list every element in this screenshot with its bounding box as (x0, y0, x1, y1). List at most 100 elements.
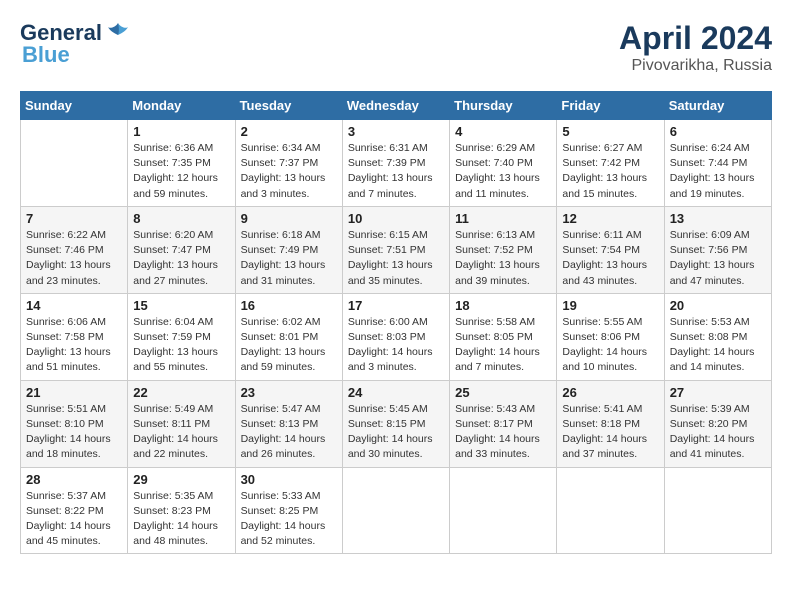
day-header-sunday: Sunday (21, 92, 128, 120)
calendar-cell (21, 120, 128, 207)
day-number: 1 (133, 124, 229, 139)
day-number: 21 (26, 385, 122, 400)
day-number: 20 (670, 298, 766, 313)
day-info: Sunrise: 6:09 AM Sunset: 7:56 PM Dayligh… (670, 228, 766, 289)
calendar-cell: 21 Sunrise: 5:51 AM Sunset: 8:10 PM Dayli… (21, 380, 128, 467)
calendar-cell: 11 Sunrise: 6:13 AM Sunset: 7:52 PM Dayli… (450, 206, 557, 293)
day-header-wednesday: Wednesday (342, 92, 449, 120)
day-info: Sunrise: 5:55 AM Sunset: 8:06 PM Dayligh… (562, 315, 658, 376)
calendar-week-2: 7 Sunrise: 6:22 AM Sunset: 7:46 PM Daylig… (21, 206, 772, 293)
day-info: Sunrise: 6:27 AM Sunset: 7:42 PM Dayligh… (562, 141, 658, 202)
day-info: Sunrise: 5:53 AM Sunset: 8:08 PM Dayligh… (670, 315, 766, 376)
day-number: 17 (348, 298, 444, 313)
calendar-header: SundayMondayTuesdayWednesdayThursdayFrid… (21, 92, 772, 120)
calendar-cell: 19 Sunrise: 5:55 AM Sunset: 8:06 PM Dayli… (557, 293, 664, 380)
day-number: 27 (670, 385, 766, 400)
day-number: 4 (455, 124, 551, 139)
day-info: Sunrise: 6:20 AM Sunset: 7:47 PM Dayligh… (133, 228, 229, 289)
day-info: Sunrise: 6:24 AM Sunset: 7:44 PM Dayligh… (670, 141, 766, 202)
day-info: Sunrise: 5:35 AM Sunset: 8:23 PM Dayligh… (133, 489, 229, 550)
day-number: 15 (133, 298, 229, 313)
calendar-cell: 14 Sunrise: 6:06 AM Sunset: 7:58 PM Dayli… (21, 293, 128, 380)
day-info: Sunrise: 6:06 AM Sunset: 7:58 PM Dayligh… (26, 315, 122, 376)
day-info: Sunrise: 6:29 AM Sunset: 7:40 PM Dayligh… (455, 141, 551, 202)
day-info: Sunrise: 6:34 AM Sunset: 7:37 PM Dayligh… (241, 141, 337, 202)
calendar-cell: 3Sunrise: 6:31 AM Sunset: 7:39 PM Daylig… (342, 120, 449, 207)
calendar-cell (664, 467, 771, 554)
day-info: Sunrise: 6:36 AM Sunset: 7:35 PM Dayligh… (133, 141, 229, 202)
calendar-cell: 1 Sunrise: 6:36 AM Sunset: 7:35 PM Daylig… (128, 120, 235, 207)
calendar-cell: 16Sunrise: 6:02 AM Sunset: 8:01 PM Dayli… (235, 293, 342, 380)
day-header-saturday: Saturday (664, 92, 771, 120)
calendar-week-5: 28Sunrise: 5:37 AM Sunset: 8:22 PM Dayli… (21, 467, 772, 554)
day-number: 29 (133, 472, 229, 487)
day-number: 23 (241, 385, 337, 400)
day-number: 12 (562, 211, 658, 226)
calendar-cell: 4 Sunrise: 6:29 AM Sunset: 7:40 PM Daylig… (450, 120, 557, 207)
day-info: Sunrise: 5:37 AM Sunset: 8:22 PM Dayligh… (26, 489, 122, 550)
calendar-cell: 2 Sunrise: 6:34 AM Sunset: 7:37 PM Daylig… (235, 120, 342, 207)
logo: General Blue (20, 20, 130, 68)
day-info: Sunrise: 5:39 AM Sunset: 8:20 PM Dayligh… (670, 402, 766, 463)
title-block: April 2024 Pivovarikha, Russia (619, 20, 772, 75)
calendar-cell: 6 Sunrise: 6:24 AM Sunset: 7:44 PM Daylig… (664, 120, 771, 207)
day-number: 7 (26, 211, 122, 226)
calendar-cell: 7 Sunrise: 6:22 AM Sunset: 7:46 PM Daylig… (21, 206, 128, 293)
day-info: Sunrise: 5:43 AM Sunset: 8:17 PM Dayligh… (455, 402, 551, 463)
page-title: April 2024 (619, 20, 772, 57)
calendar-cell: 15 Sunrise: 6:04 AM Sunset: 7:59 PM Dayli… (128, 293, 235, 380)
day-number: 5 (562, 124, 658, 139)
day-number: 18 (455, 298, 551, 313)
day-number: 11 (455, 211, 551, 226)
calendar-cell: 26 Sunrise: 5:41 AM Sunset: 8:18 PM Dayli… (557, 380, 664, 467)
day-number: 22 (133, 385, 229, 400)
page-subtitle: Pivovarikha, Russia (619, 57, 772, 75)
calendar-week-4: 21 Sunrise: 5:51 AM Sunset: 8:10 PM Dayli… (21, 380, 772, 467)
calendar-cell: 8 Sunrise: 6:20 AM Sunset: 7:47 PM Daylig… (128, 206, 235, 293)
calendar-cell: 27 Sunrise: 5:39 AM Sunset: 8:20 PM Dayli… (664, 380, 771, 467)
day-info: Sunrise: 5:49 AM Sunset: 8:11 PM Dayligh… (133, 402, 229, 463)
calendar-cell: 13Sunrise: 6:09 AM Sunset: 7:56 PM Dayli… (664, 206, 771, 293)
day-number: 10 (348, 211, 444, 226)
calendar-cell: 17 Sunrise: 6:00 AM Sunset: 8:03 PM Dayli… (342, 293, 449, 380)
day-number: 2 (241, 124, 337, 139)
day-info: Sunrise: 6:04 AM Sunset: 7:59 PM Dayligh… (133, 315, 229, 376)
calendar-week-3: 14 Sunrise: 6:06 AM Sunset: 7:58 PM Dayli… (21, 293, 772, 380)
day-info: Sunrise: 6:15 AM Sunset: 7:51 PM Dayligh… (348, 228, 444, 289)
day-header-monday: Monday (128, 92, 235, 120)
page-header: General Blue April 2024 Pivovarikha, Rus… (20, 20, 772, 75)
day-number: 3 (348, 124, 444, 139)
day-info: Sunrise: 5:47 AM Sunset: 8:13 PM Dayligh… (241, 402, 337, 463)
day-info: Sunrise: 5:33 AM Sunset: 8:25 PM Dayligh… (241, 489, 337, 550)
calendar-cell: 10 Sunrise: 6:15 AM Sunset: 7:51 PM Dayli… (342, 206, 449, 293)
day-info: Sunrise: 5:51 AM Sunset: 8:10 PM Dayligh… (26, 402, 122, 463)
calendar-cell: 30 Sunrise: 5:33 AM Sunset: 8:25 PM Dayli… (235, 467, 342, 554)
calendar-cell: 22 Sunrise: 5:49 AM Sunset: 8:11 PM Dayli… (128, 380, 235, 467)
calendar-cell: 23 Sunrise: 5:47 AM Sunset: 8:13 PM Dayli… (235, 380, 342, 467)
calendar-cell: 28Sunrise: 5:37 AM Sunset: 8:22 PM Dayli… (21, 467, 128, 554)
day-info: Sunrise: 6:00 AM Sunset: 8:03 PM Dayligh… (348, 315, 444, 376)
header-row: SundayMondayTuesdayWednesdayThursdayFrid… (21, 92, 772, 120)
day-number: 30 (241, 472, 337, 487)
calendar-body: 1 Sunrise: 6:36 AM Sunset: 7:35 PM Daylig… (21, 120, 772, 554)
day-number: 6 (670, 124, 766, 139)
day-number: 19 (562, 298, 658, 313)
day-number: 8 (133, 211, 229, 226)
day-number: 26 (562, 385, 658, 400)
logo-blue-text: Blue (22, 42, 70, 68)
calendar-cell: 25 Sunrise: 5:43 AM Sunset: 8:17 PM Dayli… (450, 380, 557, 467)
calendar-cell (342, 467, 449, 554)
day-info: Sunrise: 6:22 AM Sunset: 7:46 PM Dayligh… (26, 228, 122, 289)
calendar-cell: 20 Sunrise: 5:53 AM Sunset: 8:08 PM Dayli… (664, 293, 771, 380)
day-info: Sunrise: 6:13 AM Sunset: 7:52 PM Dayligh… (455, 228, 551, 289)
calendar-cell: 5 Sunrise: 6:27 AM Sunset: 7:42 PM Daylig… (557, 120, 664, 207)
calendar-cell (450, 467, 557, 554)
day-number: 25 (455, 385, 551, 400)
day-info: Sunrise: 5:41 AM Sunset: 8:18 PM Dayligh… (562, 402, 658, 463)
day-header-tuesday: Tuesday (235, 92, 342, 120)
day-number: 9 (241, 211, 337, 226)
calendar-cell (557, 467, 664, 554)
day-number: 14 (26, 298, 122, 313)
day-header-friday: Friday (557, 92, 664, 120)
day-number: 16 (241, 298, 337, 313)
